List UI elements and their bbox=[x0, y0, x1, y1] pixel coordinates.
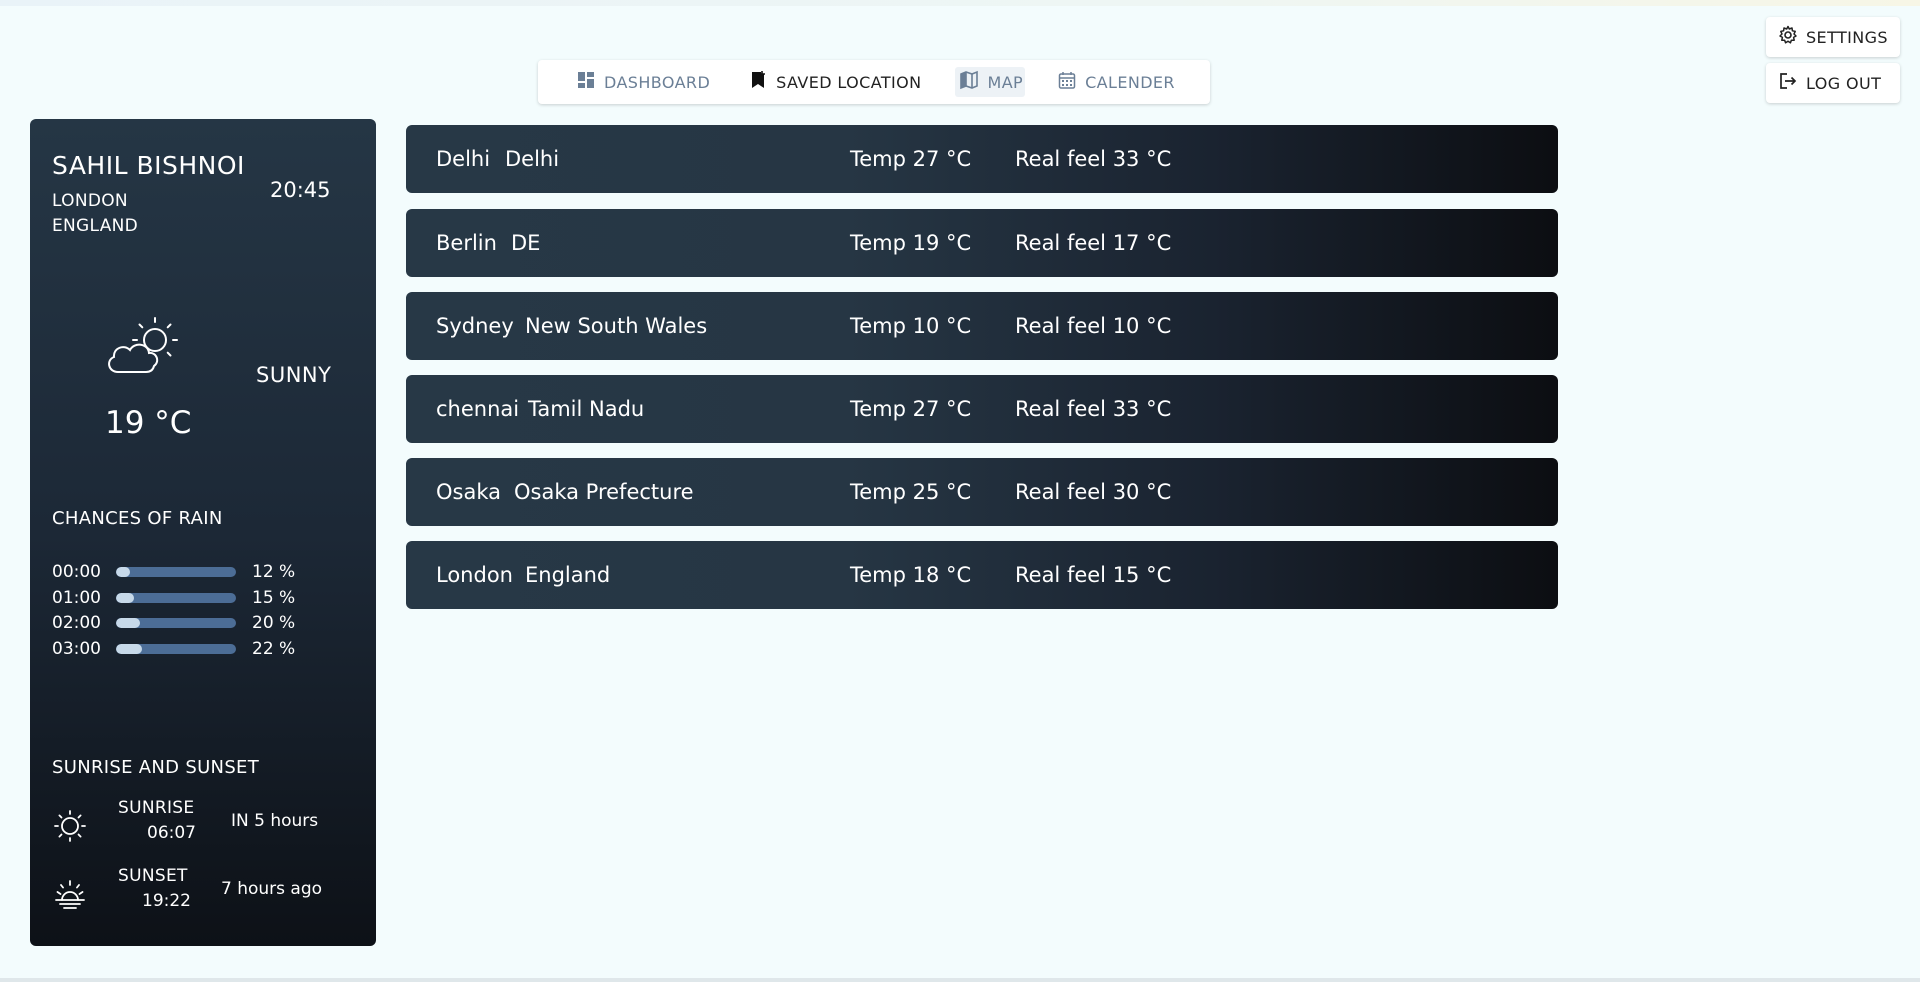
sunset-label: SUNSET bbox=[118, 866, 188, 886]
location-city: London bbox=[436, 563, 513, 587]
current-temperature: 19 °C bbox=[105, 405, 192, 441]
sun-times-title: SUNRISE AND SUNSET bbox=[52, 757, 260, 778]
sunset-relative: 7 hours ago bbox=[221, 879, 323, 899]
rain-percent: 22 % bbox=[252, 639, 296, 659]
logout-label: LOG OUT bbox=[1806, 73, 1882, 93]
location-city: Osaka bbox=[436, 480, 501, 504]
current-time: 20:45 bbox=[270, 178, 331, 202]
rain-bar-fill bbox=[116, 567, 131, 577]
rain-bar bbox=[116, 618, 236, 628]
location-region: Delhi bbox=[505, 147, 560, 171]
location-region: DE bbox=[511, 231, 541, 255]
location-real-feel: Real feel 15 °C bbox=[1015, 563, 1172, 587]
location-region: New South Wales bbox=[525, 314, 708, 338]
rain-row: 03:00 22 % bbox=[52, 639, 295, 659]
nav-saved-location[interactable]: SAVED LOCATION bbox=[744, 67, 925, 97]
nav-map-label: MAP bbox=[987, 72, 1024, 92]
calendar-icon bbox=[1057, 70, 1077, 94]
location-row[interactable]: Sydney New South Wales Temp 10 °C Real f… bbox=[406, 292, 1558, 360]
location-real-feel: Real feel 30 °C bbox=[1015, 480, 1172, 504]
current-city: LONDON bbox=[52, 191, 128, 211]
sunrise-time: 06:07 bbox=[147, 823, 196, 843]
nav-calendar-label: CALENDER bbox=[1085, 72, 1175, 92]
rain-percent: 12 % bbox=[252, 562, 296, 582]
nav-map[interactable]: MAP bbox=[955, 67, 1026, 97]
rain-bar-fill bbox=[116, 618, 140, 628]
rain-bar bbox=[116, 644, 236, 654]
partly-cloudy-icon bbox=[100, 316, 186, 378]
top-strip bbox=[0, 0, 1920, 6]
settings-label: SETTINGS bbox=[1806, 27, 1888, 47]
rain-time: 00:00 bbox=[52, 562, 101, 582]
weather-condition: SUNNY bbox=[256, 363, 332, 387]
dashboard-icon bbox=[576, 70, 596, 94]
rain-time: 03:00 bbox=[52, 639, 101, 659]
rain-row: 02:00 20 % bbox=[52, 613, 295, 633]
location-real-feel: Real feel 33 °C bbox=[1015, 147, 1172, 171]
location-city: Delhi bbox=[436, 147, 491, 171]
sunrise-label: SUNRISE bbox=[118, 798, 195, 818]
rain-bar bbox=[116, 593, 236, 603]
rain-row: 01:00 15 % bbox=[52, 588, 295, 608]
rain-bar-fill bbox=[116, 593, 134, 603]
location-city: Berlin bbox=[436, 231, 497, 255]
location-temp: Temp 18 °C bbox=[850, 563, 972, 587]
location-city: Sydney bbox=[436, 314, 514, 338]
nav-dashboard-label: DASHBOARD bbox=[604, 72, 711, 92]
settings-button[interactable]: SETTINGS bbox=[1766, 17, 1900, 57]
location-temp: Temp 10 °C bbox=[850, 314, 972, 338]
location-real-feel: Real feel 33 °C bbox=[1015, 397, 1172, 421]
bottom-border bbox=[0, 978, 1920, 982]
rain-time: 01:00 bbox=[52, 588, 101, 608]
rain-chances-title: CHANCES OF RAIN bbox=[52, 508, 223, 529]
sunrise-icon bbox=[52, 808, 88, 844]
bookmark-icon bbox=[748, 70, 768, 94]
sunrise-relative: IN 5 hours bbox=[231, 811, 319, 831]
rain-percent: 20 % bbox=[252, 613, 296, 633]
current-location: LONDON ENGLAND bbox=[52, 189, 138, 239]
gear-icon bbox=[1778, 25, 1798, 49]
rain-time: 02:00 bbox=[52, 613, 101, 633]
user-name: SAHIL BISHNOI bbox=[52, 151, 245, 180]
weather-summary-panel: SAHIL BISHNOI LONDON ENGLAND 20:45 SUNNY… bbox=[30, 119, 376, 946]
location-temp: Temp 19 °C bbox=[850, 231, 972, 255]
rain-row: 00:00 12 % bbox=[52, 562, 295, 582]
location-row[interactable]: chennai Tamil Nadu Temp 27 °C Real feel … bbox=[406, 375, 1558, 443]
location-temp: Temp 27 °C bbox=[850, 397, 972, 421]
sunset-time: 19:22 bbox=[142, 891, 191, 911]
location-row[interactable]: Osaka Osaka Prefecture Temp 25 °C Real f… bbox=[406, 458, 1558, 526]
location-city: chennai bbox=[436, 397, 520, 421]
location-row[interactable]: London England Temp 18 °C Real feel 15 °… bbox=[406, 541, 1558, 609]
sunset-icon bbox=[52, 876, 88, 912]
location-temp: Temp 25 °C bbox=[850, 480, 972, 504]
location-real-feel: Real feel 17 °C bbox=[1015, 231, 1172, 255]
location-temp: Temp 27 °C bbox=[850, 147, 972, 171]
map-icon bbox=[959, 70, 979, 94]
nav-calendar[interactable]: CALENDER bbox=[1053, 67, 1179, 97]
rain-bar-fill bbox=[116, 644, 143, 654]
main-nav: DASHBOARD SAVED LOCATION MAP CALENDER bbox=[538, 60, 1210, 104]
logout-icon bbox=[1778, 71, 1798, 95]
rain-percent: 15 % bbox=[252, 588, 296, 608]
location-region: England bbox=[525, 563, 611, 587]
logout-button[interactable]: LOG OUT bbox=[1766, 63, 1900, 103]
location-region: Osaka Prefecture bbox=[514, 480, 694, 504]
rain-bar bbox=[116, 567, 236, 577]
location-row[interactable]: Berlin DE Temp 19 °C Real feel 17 °C bbox=[406, 209, 1558, 277]
location-region: Tamil Nadu bbox=[528, 397, 645, 421]
location-row[interactable]: Delhi Delhi Temp 27 °C Real feel 33 °C bbox=[406, 125, 1558, 193]
nav-saved-location-label: SAVED LOCATION bbox=[776, 72, 922, 92]
nav-dashboard[interactable]: DASHBOARD bbox=[572, 67, 714, 97]
location-real-feel: Real feel 10 °C bbox=[1015, 314, 1172, 338]
current-country: ENGLAND bbox=[52, 216, 139, 236]
